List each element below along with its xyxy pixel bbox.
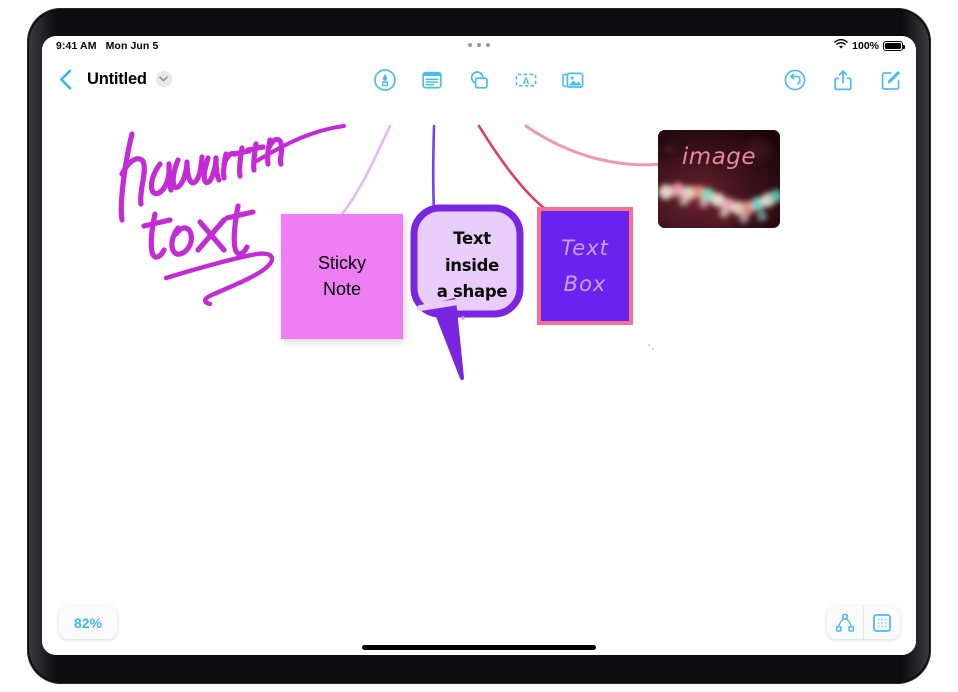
markup-tool[interactable] bbox=[372, 67, 398, 93]
connection-map-button[interactable] bbox=[827, 606, 863, 639]
shape-text-line3: a shape bbox=[436, 282, 508, 302]
undo-button[interactable] bbox=[782, 67, 808, 93]
status-bar: 9:41 AM Mon Jun 5 100% bbox=[42, 36, 916, 58]
image-label: image bbox=[681, 144, 757, 170]
connector-image bbox=[524, 124, 664, 167]
nav-bar: Untitled A bbox=[42, 58, 916, 102]
back-button[interactable] bbox=[52, 66, 78, 92]
home-indicator[interactable] bbox=[362, 645, 596, 650]
sticky-note-text-line2: Note bbox=[322, 278, 362, 299]
svg-text:A: A bbox=[523, 76, 530, 87]
multitasking-dots-icon[interactable] bbox=[468, 43, 490, 47]
wifi-icon bbox=[834, 39, 848, 53]
compose-button[interactable] bbox=[878, 67, 904, 93]
status-date: Mon Jun 5 bbox=[105, 40, 159, 52]
connector-shape bbox=[431, 124, 436, 214]
handwriting-stroke-line2 bbox=[141, 203, 256, 260]
share-button[interactable] bbox=[830, 67, 856, 93]
zoom-level-indicator[interactable]: 82% bbox=[59, 606, 117, 639]
sticky-note-text-layer: Sticky Note bbox=[281, 214, 403, 339]
media-tool[interactable] bbox=[560, 67, 586, 93]
text-box-object[interactable]: Text Box bbox=[537, 207, 633, 325]
shape-text-block: Text inside a shape bbox=[412, 226, 532, 306]
status-bar-left: 9:41 AM Mon Jun 5 bbox=[56, 40, 158, 52]
zoom-level-label: 82% bbox=[73, 614, 103, 631]
shape-text-line1: Text bbox=[453, 229, 491, 248]
canvas-view-button[interactable] bbox=[864, 606, 900, 639]
sticky-note-tool[interactable] bbox=[419, 67, 445, 93]
canvas-artifact-dot bbox=[647, 343, 651, 347]
connector-text-box bbox=[477, 124, 546, 210]
image-object[interactable]: image bbox=[658, 130, 780, 228]
shapes-tool[interactable] bbox=[466, 67, 492, 93]
bottom-right-controls bbox=[827, 606, 900, 639]
nav-bar-actions bbox=[782, 67, 904, 93]
status-time: 9:41 AM bbox=[56, 40, 97, 52]
chevron-down-icon[interactable] bbox=[155, 71, 172, 87]
shape-text-wrapper: Text inside a shape bbox=[412, 206, 532, 386]
text-box-line2: Box bbox=[563, 272, 607, 296]
page-title[interactable]: Untitled bbox=[87, 70, 147, 89]
shape-text-line2: inside bbox=[444, 255, 500, 275]
battery-percent-label: 100% bbox=[852, 40, 879, 52]
battery-full-icon bbox=[883, 41, 905, 51]
text-box-line1: Text bbox=[561, 236, 609, 260]
status-bar-right: 100% bbox=[834, 39, 905, 53]
connector-sticky-note bbox=[340, 124, 392, 216]
ipad-screen: 9:41 AM Mon Jun 5 100% Untitled A Sticky… bbox=[42, 36, 916, 655]
sticky-note-text-line1: Sticky bbox=[317, 253, 366, 274]
handwriting-flourish bbox=[163, 251, 275, 307]
canvas-artifact-dot bbox=[651, 347, 655, 351]
nav-bar-tools: A bbox=[372, 67, 586, 93]
screenshot-root: 9:41 AM Mon Jun 5 100% Untitled A Sticky… bbox=[0, 0, 958, 692]
whiteboard-canvas[interactable]: Sticky Note Text inside a shape Text Box bbox=[42, 102, 916, 655]
text-box-tool[interactable]: A bbox=[513, 67, 539, 93]
nav-bar-left: Untitled bbox=[52, 66, 172, 92]
handwriting-stroke-line1 bbox=[118, 131, 285, 223]
